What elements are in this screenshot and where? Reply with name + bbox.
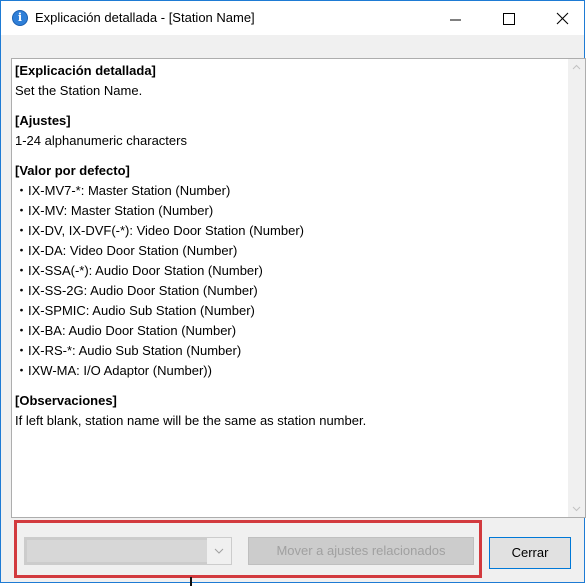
close-icon (556, 12, 569, 25)
text-line: ・IXW-MA: I/O Adaptor (Number)) (15, 363, 212, 378)
text-line: If left blank, station name will be the … (15, 413, 367, 428)
highlight-annotation (14, 520, 482, 578)
maximize-button[interactable] (485, 1, 531, 35)
text-line: ・IX-BA: Audio Door Station (Number) (15, 323, 237, 338)
minimize-button[interactable] (431, 1, 477, 35)
text-line: Set the Station Name. (15, 83, 143, 98)
window-title: Explicación detallada - [Station Name] (35, 10, 255, 25)
text-line: ・IX-MV: Master Station (Number) (15, 203, 214, 218)
title-bar[interactable]: i Explicación detallada - [Station Name] (1, 1, 584, 35)
text-line: ・IX-SS-2G: Audio Door Station (Number) (15, 283, 258, 298)
chevron-down-icon (572, 506, 581, 512)
text-line: ・IX-SSA(-*): Audio Door Station (Number) (15, 263, 263, 278)
scroll-up-button[interactable] (568, 59, 585, 76)
dialog-window: i Explicación detallada - [Station Name]… (0, 0, 586, 586)
text-line: ・IX-RS-*: Audio Sub Station (Number) (15, 343, 242, 358)
section-heading: [Valor por defecto] (15, 163, 130, 178)
info-icon: i (12, 10, 28, 26)
minimize-icon (450, 19, 461, 21)
text-line: ・IX-MV7-*: Master Station (Number) (15, 183, 231, 198)
section-heading: [Observaciones] (15, 393, 117, 408)
maximize-icon (503, 13, 515, 25)
explanation-text: [Explicación detallada] Set the Station N… (15, 61, 565, 431)
text-line: ・IX-DA: Video Door Station (Number) (15, 243, 238, 258)
explanation-textbox[interactable]: [Explicación detallada] Set the Station N… (11, 58, 586, 518)
close-button[interactable]: Cerrar (489, 537, 571, 569)
chevron-up-icon (572, 64, 581, 70)
text-line: ・IX-DV, IX-DVF(-*): Video Door Station (… (15, 223, 304, 238)
text-line: 1-24 alphanumeric characters (15, 133, 187, 148)
text-line: ・IX-SPMIC: Audio Sub Station (Number) (15, 303, 255, 318)
close-window-button[interactable] (539, 1, 585, 35)
vertical-scrollbar[interactable] (568, 59, 585, 517)
section-heading: [Explicación detallada] (15, 63, 156, 78)
section-heading: [Ajustes] (15, 113, 71, 128)
scroll-down-button[interactable] (568, 500, 585, 517)
